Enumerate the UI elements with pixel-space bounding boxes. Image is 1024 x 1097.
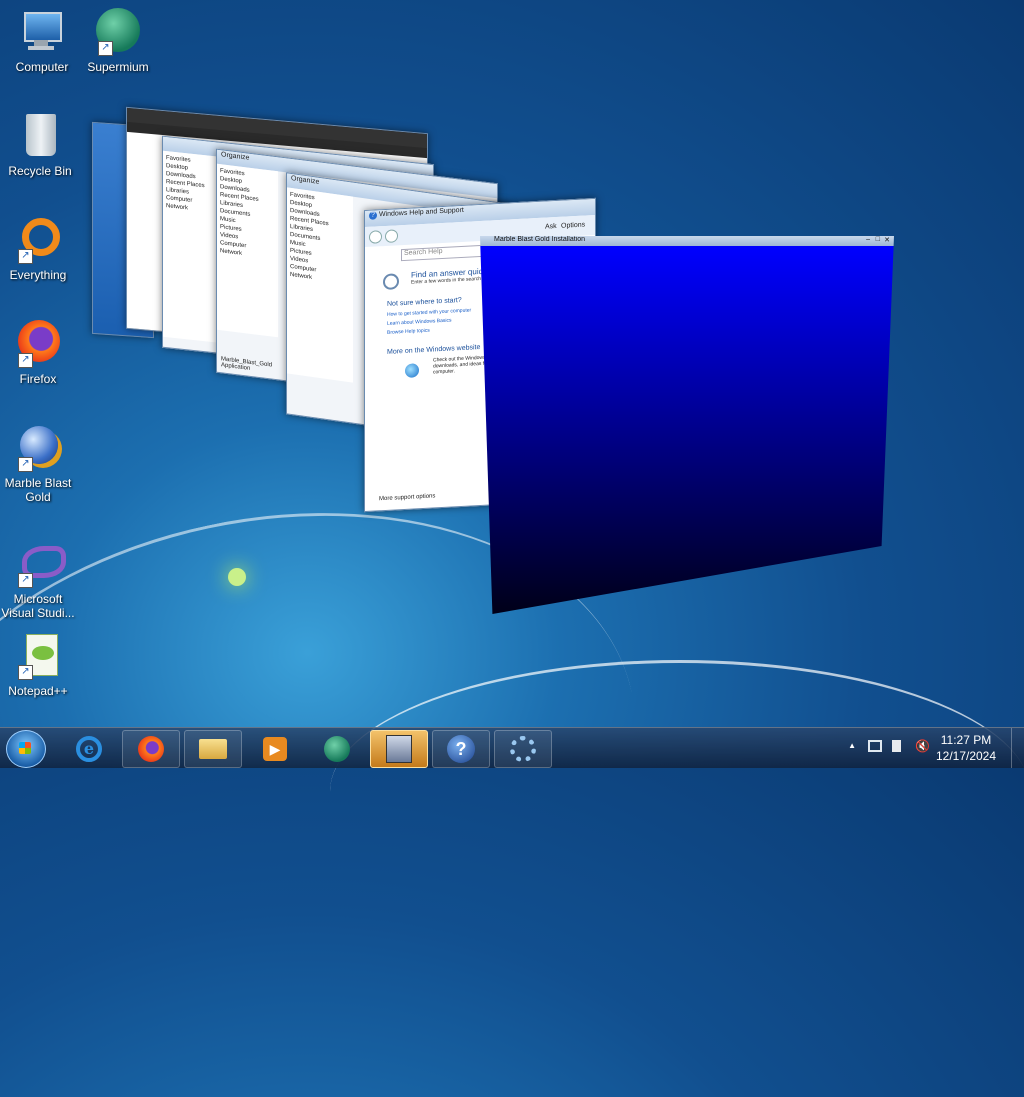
show-desktop-button[interactable] <box>1011 728 1024 768</box>
shortcut-arrow-icon: ↗ <box>18 573 33 588</box>
taskbar-explorer[interactable] <box>184 730 242 768</box>
desktop-icon-computer[interactable]: Computer <box>0 8 84 74</box>
taskbar: e ▶ ? ▲ 🔇 11:27 PM 12/17/2024 <box>0 727 1024 768</box>
visual-studio-icon: ↗ <box>14 540 66 588</box>
help-icon: ? <box>369 211 377 220</box>
gear-app-icon <box>510 736 536 762</box>
shortcut-arrow-icon: ↗ <box>18 249 33 264</box>
desktop-icon-label: Notepad++ <box>8 684 68 698</box>
recycle-bin-icon <box>16 112 64 160</box>
computer-icon <box>18 8 66 56</box>
close-icon[interactable]: ✕ <box>884 236 890 244</box>
desktop-icon-marble-blast-gold[interactable]: ↗ Marble Blast Gold <box>0 424 80 504</box>
volume-muted-icon[interactable]: 🔇 <box>915 739 930 753</box>
shortcut-arrow-icon: ↗ <box>98 41 113 56</box>
shortcut-arrow-icon: ↗ <box>18 353 33 368</box>
start-button[interactable] <box>6 730 46 768</box>
desktop-icon-supermium[interactable]: ↗ Supermium <box>76 8 160 74</box>
taskbar-firefox[interactable] <box>122 730 180 768</box>
shortcut-arrow-icon: ↗ <box>18 665 33 680</box>
tray-expand-icon[interactable]: ▲ <box>848 741 856 750</box>
desktop-icon-label: Supermium <box>87 60 149 74</box>
shortcut-arrow-icon: ↗ <box>18 457 33 472</box>
taskbar-supermium[interactable] <box>308 730 366 768</box>
notepadpp-icon: ↗ <box>14 632 62 680</box>
desktop-icon-visual-studio[interactable]: ↗ Microsoft Visual Studi... <box>0 540 80 620</box>
clock-time[interactable]: 11:27 PM <box>934 733 998 747</box>
flip3d-window-front[interactable]: Marble Blast Gold Installation ✕ □ – <box>480 236 894 614</box>
supermium-icon <box>324 736 350 762</box>
marble-blast-installer-icon <box>386 735 412 763</box>
marble-blast-icon: ↗ <box>14 424 62 472</box>
desktop-icon-label: Recycle Bin <box>8 164 72 178</box>
media-player-icon: ▶ <box>263 737 287 761</box>
front-content <box>480 246 894 614</box>
firefox-icon <box>138 736 164 762</box>
internet-explorer-icon: e <box>76 736 102 762</box>
desktop-icon-recycle-bin[interactable]: Recycle Bin <box>0 112 82 178</box>
minimize-icon[interactable]: – <box>866 236 870 243</box>
desktop-icon-notepadpp[interactable]: ↗ Notepad++ <box>0 632 80 698</box>
everything-icon: ↗ <box>14 216 62 264</box>
options-button[interactable]: Options <box>561 221 585 229</box>
action-center-flag-icon[interactable] <box>892 740 906 752</box>
organize-button[interactable]: Organize <box>221 151 249 161</box>
network-icon[interactable] <box>868 740 882 752</box>
clock-date[interactable]: 12/17/2024 <box>934 749 998 763</box>
ask-button[interactable]: Ask <box>545 223 557 231</box>
taskbar-gear-app[interactable] <box>494 730 552 768</box>
maximize-icon[interactable]: □ <box>876 236 880 243</box>
taskbar-ie[interactable]: e <box>60 730 118 768</box>
taskbar-marble-blast-installer[interactable] <box>370 730 428 768</box>
wallpaper-glow <box>228 568 246 586</box>
help-icon: ? <box>447 735 475 763</box>
taskbar-media-player[interactable]: ▶ <box>246 730 304 768</box>
window-title: Marble Blast Gold Installation <box>494 236 586 243</box>
file-explorer-icon <box>199 739 227 759</box>
front-titlebar: Marble Blast Gold Installation ✕ □ – <box>480 236 894 246</box>
supermium-icon: ↗ <box>94 8 142 56</box>
desktop-icon-everything[interactable]: ↗ Everything <box>0 216 80 282</box>
back-button[interactable] <box>369 230 382 244</box>
desktop-icon-label: Firefox <box>19 372 57 386</box>
taskbar-help[interactable]: ? <box>432 730 490 768</box>
desktop-icon-label: Computer <box>15 60 69 74</box>
windows-logo-icon <box>19 742 31 754</box>
forward-button[interactable] <box>385 229 398 243</box>
desktop-icon-label: Everything <box>9 268 67 282</box>
more-support-link[interactable]: More support options <box>379 493 435 502</box>
firefox-icon: ↗ <box>14 320 62 368</box>
desktop-icon-label: Marble Blast Gold <box>4 476 72 504</box>
window-title: Windows Help and Support <box>378 206 464 219</box>
organize-button[interactable]: Organize <box>291 175 319 186</box>
desktop-icon-firefox[interactable]: ↗ Firefox <box>0 320 80 386</box>
desktop-icon-label: Microsoft Visual Studi... <box>1 592 75 620</box>
